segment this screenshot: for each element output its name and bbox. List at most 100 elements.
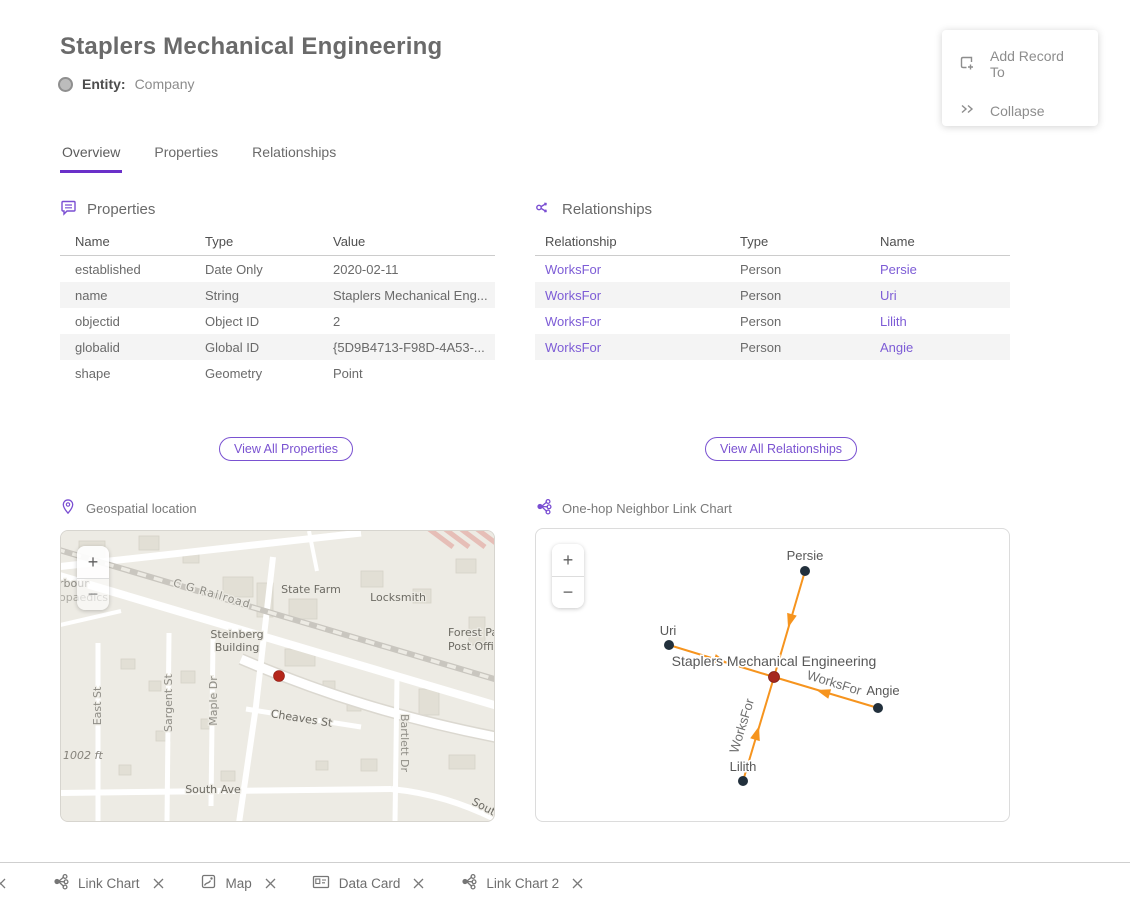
table-row[interactable]: shape Geometry Point xyxy=(60,360,495,386)
one-hop-link-chart[interactable]: WorksFor WorksFor Staplers Mechanical En… xyxy=(535,528,1010,822)
node-angie[interactable] xyxy=(873,703,883,713)
zoom-out-button[interactable]: − xyxy=(552,576,584,608)
map-icon xyxy=(200,873,217,893)
close-icon[interactable] xyxy=(153,878,164,889)
workspace-tab-bar: Link Chart Map xyxy=(0,862,1130,903)
geospatial-map[interactable]: rbour opaedics C G Railroad State Farm L… xyxy=(60,530,495,822)
link-chart-canvas: WorksFor WorksFor Staplers Mechanical En… xyxy=(536,529,1010,822)
close-icon[interactable] xyxy=(413,878,424,889)
view-all-relationships-button[interactable]: View All Relationships xyxy=(705,437,857,461)
workspace-tab-link-chart-2[interactable]: Link Chart 2 xyxy=(460,873,583,893)
add-record-icon xyxy=(958,54,976,75)
close-icon[interactable] xyxy=(572,878,583,889)
context-menu: Add Record To Collapse xyxy=(942,30,1098,126)
map-label: South Ave xyxy=(185,783,241,796)
zoom-out-button[interactable]: − xyxy=(77,578,109,610)
map-label: Maple Dr xyxy=(207,676,220,726)
section-title: One-hop Neighbor Link Chart xyxy=(562,501,732,516)
col-header: Name xyxy=(870,234,1010,249)
entity-link[interactable]: Angie xyxy=(870,340,1010,355)
link-chart-icon xyxy=(52,873,69,893)
section-title: Relationships xyxy=(562,201,652,218)
map-label: State Farm xyxy=(281,583,341,596)
map-scale-label: 1002 ft xyxy=(63,749,103,762)
relationships-icon xyxy=(535,199,552,220)
workspace-tab-data-card[interactable]: Data Card xyxy=(312,873,425,893)
entity-link[interactable]: Lilith xyxy=(870,314,1010,329)
properties-icon xyxy=(60,199,77,220)
workspace-tab-link-chart[interactable]: Link Chart xyxy=(52,873,164,893)
tab-properties[interactable]: Properties xyxy=(152,144,220,173)
map-label: Locksmith xyxy=(370,591,426,604)
node-persie[interactable] xyxy=(800,566,810,576)
link-chart-section-header: One-hop Neighbor Link Chart xyxy=(535,498,732,518)
menu-item-collapse[interactable]: Collapse xyxy=(942,90,1098,131)
data-card-page: Staplers Mechanical Engineering Entity: … xyxy=(0,0,1130,903)
svg-text:WorksFor: WorksFor xyxy=(805,667,864,698)
node-uri[interactable] xyxy=(664,640,674,650)
relationship-link[interactable]: WorksFor xyxy=(535,288,730,303)
node-center-entity[interactable] xyxy=(769,672,780,683)
menu-item-label: Collapse xyxy=(990,103,1044,119)
properties-table: Name Type Value established Date Only 20… xyxy=(60,228,495,386)
table-row[interactable]: name String Staplers Mechanical Eng... xyxy=(60,282,495,308)
relationship-link[interactable]: WorksFor xyxy=(535,262,730,277)
geospatial-section-header: Geospatial location xyxy=(60,498,197,518)
col-header: Name xyxy=(60,234,190,249)
workspace-tab-label: Data Card xyxy=(339,876,401,891)
properties-section-header: Properties xyxy=(60,199,155,220)
entity-row: Entity: Company xyxy=(58,76,194,92)
table-row[interactable]: WorksFor Person Lilith xyxy=(535,308,1010,334)
location-pin-icon xyxy=(60,498,76,518)
close-icon[interactable] xyxy=(265,878,276,889)
map-label: Sargent St xyxy=(162,673,175,732)
entity-link[interactable]: Uri xyxy=(870,288,1010,303)
center-node-label: Staplers Mechanical Engineering xyxy=(672,653,877,669)
relationship-link[interactable]: WorksFor xyxy=(535,314,730,329)
map-label: Building xyxy=(215,641,260,654)
workspace-tab-map[interactable]: Map xyxy=(200,873,276,893)
table-row[interactable]: WorksFor Person Uri xyxy=(535,282,1010,308)
map-label: Bartlett Dr xyxy=(398,714,411,773)
edge-label-worksfor: WorksFor xyxy=(805,667,864,698)
tab-bar: Overview Properties Relationships xyxy=(60,144,338,173)
clipped-tab-close-icon[interactable] xyxy=(0,878,6,889)
relationships-table: Relationship Type Name WorksFor Person P… xyxy=(535,228,1010,360)
relationship-link[interactable]: WorksFor xyxy=(535,340,730,355)
map-label: East St xyxy=(91,686,104,725)
table-row[interactable]: WorksFor Person Persie xyxy=(535,256,1010,282)
entity-type-value: Company xyxy=(135,76,195,92)
map-canvas: rbour opaedics C G Railroad State Farm L… xyxy=(61,531,495,822)
collapse-icon xyxy=(958,100,976,121)
section-title: Properties xyxy=(87,201,155,218)
menu-item-add-record-to[interactable]: Add Record To xyxy=(942,38,1098,90)
view-all-properties-button[interactable]: View All Properties xyxy=(219,437,353,461)
tab-overview[interactable]: Overview xyxy=(60,144,122,173)
link-chart-icon xyxy=(535,498,552,518)
map-zoom-control: + − xyxy=(77,546,109,610)
menu-item-label: Add Record To xyxy=(990,48,1082,80)
properties-table-header: Name Type Value xyxy=(60,228,495,256)
node-label: Angie xyxy=(866,683,899,698)
node-label: Uri xyxy=(660,623,677,638)
node-label: Persie xyxy=(787,548,824,563)
table-row[interactable]: globalid Global ID {5D9B4713-F98D-4A53-.… xyxy=(60,334,495,360)
node-label: Lilith xyxy=(730,759,757,774)
table-row[interactable]: objectid Object ID 2 xyxy=(60,308,495,334)
relationships-table-header: Relationship Type Name xyxy=(535,228,1010,256)
entity-link[interactable]: Persie xyxy=(870,262,1010,277)
node-lilith[interactable] xyxy=(738,776,748,786)
map-label: Steinberg xyxy=(210,628,263,641)
zoom-in-button[interactable]: + xyxy=(77,546,109,578)
section-title: Geospatial location xyxy=(86,501,197,516)
table-row[interactable]: WorksFor Person Angie xyxy=(535,334,1010,360)
map-entity-marker[interactable] xyxy=(274,671,285,682)
entity-label: Entity: xyxy=(82,76,126,92)
chart-zoom-control: + − xyxy=(552,544,584,608)
zoom-in-button[interactable]: + xyxy=(552,544,584,576)
workspace-tab-label: Link Chart 2 xyxy=(486,876,559,891)
table-row[interactable]: established Date Only 2020-02-11 xyxy=(60,256,495,282)
tab-relationships[interactable]: Relationships xyxy=(250,144,338,173)
workspace-tab-label: Link Chart xyxy=(78,876,140,891)
col-header: Value xyxy=(318,234,495,249)
